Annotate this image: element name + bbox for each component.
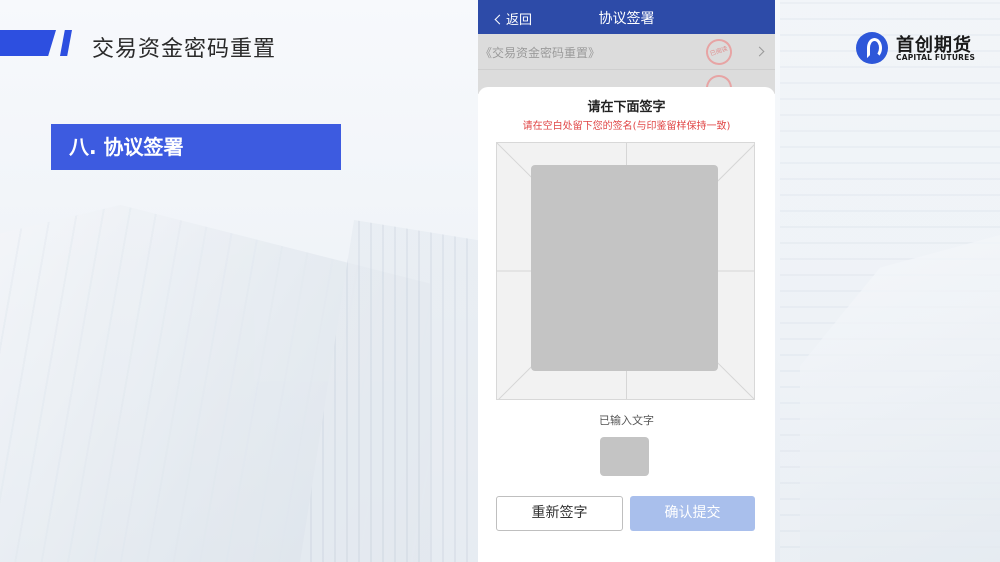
capital-futures-logo-icon — [856, 32, 888, 64]
read-stamp-icon: 已阅读 — [702, 35, 736, 69]
phone-screen: 返回 协议签署 《交易资金密码重置》 已阅读 请在下面签字 请在空白处留下您的签… — [478, 0, 775, 562]
sign-instruction: 请在空白处留下您的签名(与印鉴留样保持一致) — [522, 121, 731, 132]
nav-title: 协议签署 — [598, 11, 655, 27]
nav-bar: 返回 协议签署 — [478, 0, 775, 34]
title-accent-bar — [0, 30, 56, 56]
resign-button[interactable]: 重新签字 — [496, 496, 623, 531]
section-label: 八. 协议签署 — [51, 124, 341, 170]
agreement-item-label: 《交易资金密码重置》 — [480, 46, 601, 60]
title-accent-stripe — [60, 30, 72, 56]
typed-text-preview — [600, 437, 649, 476]
logo-name-en: CAPITAL FUTURES — [896, 53, 976, 62]
signature-pad[interactable] — [496, 142, 755, 400]
slide-title: 交易资金密码重置 — [92, 37, 277, 62]
signature-placeholder — [531, 165, 718, 371]
chevron-right-icon — [754, 46, 765, 57]
confirm-submit-button[interactable]: 确认提交 — [630, 496, 755, 531]
sheet-title: 请在下面签字 — [587, 100, 666, 115]
agreement-list: 《交易资金密码重置》 已阅读 — [478, 34, 775, 106]
signature-sheet: 请在下面签字 请在空白处留下您的签名(与印鉴留样保持一致) 已输入文字 重新签字… — [478, 87, 775, 562]
agreement-item[interactable]: 《交易资金密码重置》 已阅读 — [478, 34, 775, 70]
company-logo: 首创期货 CAPITAL FUTURES — [856, 31, 996, 67]
typed-text-label: 已输入文字 — [599, 414, 654, 427]
